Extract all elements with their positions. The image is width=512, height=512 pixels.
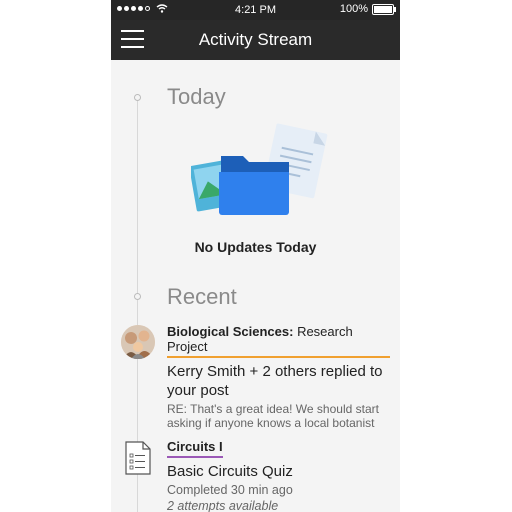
- list-item[interactable]: Circuits I Basic Circuits Quiz Completed…: [167, 438, 390, 512]
- no-updates-message: No Updates Today: [194, 239, 317, 255]
- course-link[interactable]: Circuits I: [167, 439, 223, 458]
- battery-percent: 100%: [339, 3, 368, 15]
- folder-documents-illustration: [191, 123, 328, 215]
- status-bar: 4:21 PM 100%: [111, 0, 400, 20]
- item-headline: Basic Circuits Quiz: [167, 463, 293, 480]
- recent-heading: Recent: [167, 284, 237, 309]
- app-screen: 4:21 PM 100% Activity Stream Today No Up…: [111, 0, 400, 512]
- navigation-bar: Activity Stream: [111, 20, 400, 60]
- timeline-dot-today: [134, 94, 141, 101]
- item-attempts: 2 attempts available: [167, 499, 279, 512]
- document-icon: [125, 441, 151, 475]
- battery-icon: [372, 3, 396, 15]
- timeline-dot-recent: [134, 293, 141, 300]
- item-headline: Kerry Smith + 2 others replied to your p…: [167, 363, 383, 399]
- item-status: Completed 30 min ago: [167, 483, 293, 497]
- course-link[interactable]: Biological Sciences: Research Project: [167, 324, 390, 358]
- course-name: Circuits I: [167, 439, 223, 454]
- item-snippet: RE: That's a great idea! We should start…: [167, 402, 379, 430]
- course-name: Biological Sciences:: [167, 324, 294, 339]
- today-heading: Today: [167, 84, 226, 109]
- group-avatar-icon: [121, 325, 155, 359]
- list-item[interactable]: Biological Sciences: Research Project Ke…: [167, 324, 390, 430]
- menu-icon[interactable]: [121, 30, 144, 49]
- page-title: Activity Stream: [198, 30, 313, 49]
- avatar: [121, 325, 155, 359]
